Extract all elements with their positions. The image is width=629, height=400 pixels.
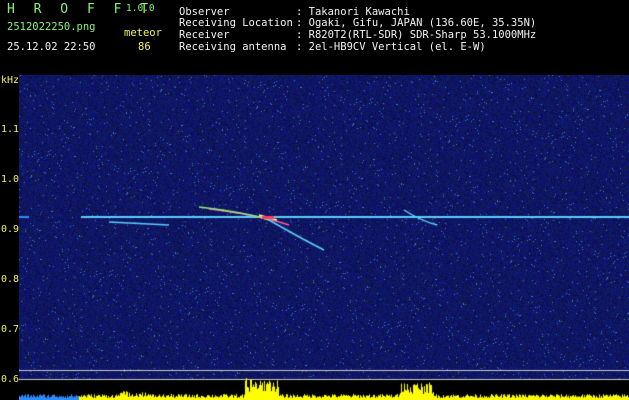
location-label: Receiving Location — [179, 17, 293, 29]
y-tick-label: 1.1 — [1, 124, 20, 135]
header-panel: H R O F F T 1.0.0 2512022250.png 25.12.0… — [0, 0, 629, 72]
app-version: 1.0.0 — [126, 3, 155, 14]
receiver-label: Receiver — [179, 29, 230, 41]
capture-datetime: 25.12.02 22:50 — [7, 41, 96, 53]
antenna-label: Receiving antenna — [179, 41, 287, 53]
spectrogram-canvas[interactable] — [19, 75, 629, 400]
mode-label: meteor — [124, 27, 162, 39]
y-tick-label: 0.8 — [1, 274, 20, 285]
location-value: : Ogaki, Gifu, JAPAN (136.60E, 35.35N) — [296, 17, 537, 29]
y-tick-label: 0.7 — [1, 324, 20, 335]
receiver-value: : R820T2(RTL-SDR) SDR-Sharp 53.1000MHz — [296, 29, 537, 41]
spectrogram-area[interactable] — [19, 75, 629, 400]
file-name: 2512022250.png — [7, 21, 96, 33]
mode-count: 86 — [138, 41, 151, 53]
y-tick-label: 0.6 — [1, 374, 20, 385]
y-axis-unit: kHz — [1, 75, 20, 86]
antenna-value: : 2el-HB9CV Vertical (el. E-W) — [296, 41, 486, 53]
y-tick-label: 1.0 — [1, 174, 20, 185]
y-tick-label: 0.9 — [1, 224, 20, 235]
